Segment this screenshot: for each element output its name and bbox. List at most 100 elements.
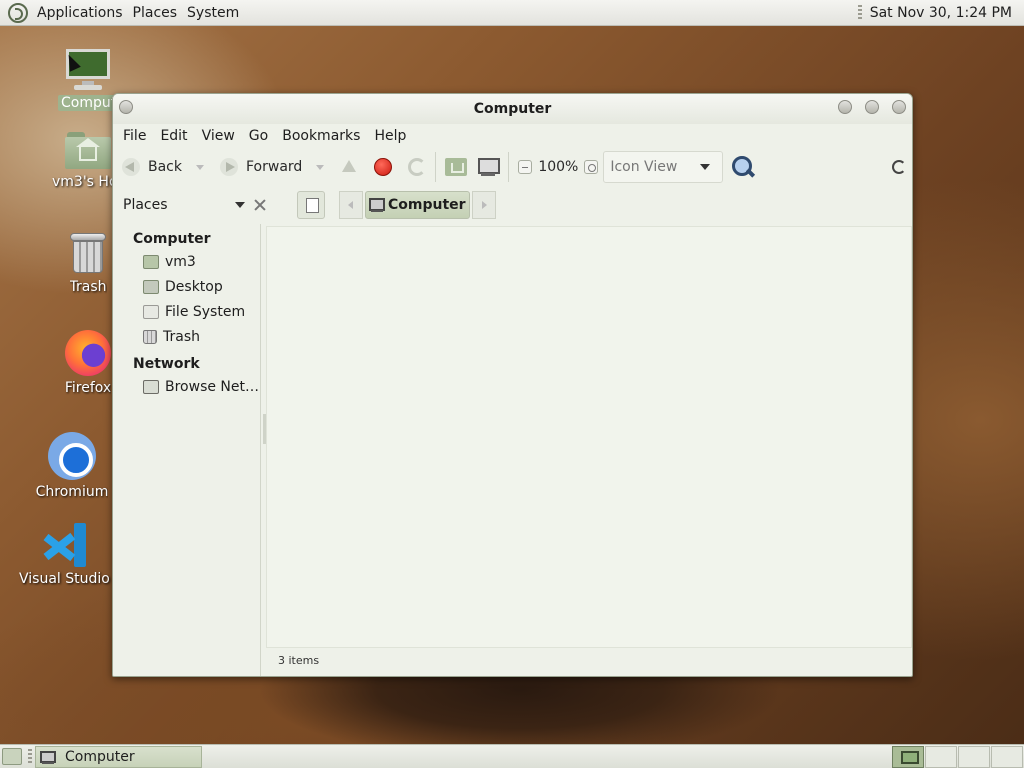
show-desktop-button[interactable] (2, 748, 22, 765)
zoom-level[interactable]: 100% (532, 159, 584, 175)
content-area: Computer vm3 Desktop File System Trash N… (113, 224, 912, 676)
computer-icon (40, 750, 56, 764)
stop-icon (374, 158, 393, 176)
activity-throbber-icon (892, 160, 906, 174)
forward-history-dropdown-icon[interactable] (316, 164, 325, 170)
sidebar-item-label: vm3 (165, 253, 196, 270)
filesystem-icon (143, 304, 159, 319)
maximize-button[interactable] (865, 100, 879, 114)
forward-label: Forward (246, 159, 303, 175)
zoom-out-button[interactable] (518, 160, 533, 174)
desktop-icon-chromium[interactable]: Chromium (22, 432, 122, 504)
menu-view[interactable]: View (195, 128, 242, 144)
toggle-location-entry-button[interactable] (297, 191, 325, 219)
desktop-icon-label: Firefox (64, 380, 112, 396)
back-label: Back (148, 159, 182, 175)
forward-button[interactable]: Forward (215, 152, 329, 182)
breadcrumb-scroll-right-button[interactable] (471, 191, 496, 219)
desktop-icon-vscode[interactable]: Visual Studio Code (18, 523, 114, 591)
desktop-icon-label: Computer (58, 95, 118, 111)
back-arrow-icon (122, 158, 140, 176)
panel-separator (857, 4, 862, 21)
menu-file[interactable]: File (116, 128, 153, 144)
up-button[interactable] (335, 152, 363, 182)
sidebar-item-vm3[interactable]: vm3 (113, 249, 260, 274)
forward-arrow-icon (220, 158, 238, 176)
sidebar-item-label: Desktop (165, 278, 223, 295)
vscode-icon (43, 523, 88, 567)
desktop-icon-label: Trash (69, 279, 107, 295)
sidebar-item-file-system[interactable]: File System (113, 299, 260, 324)
minimize-button[interactable] (838, 100, 852, 114)
close-sidebar-icon[interactable] (253, 198, 267, 212)
back-button[interactable]: Back (117, 152, 209, 182)
stop-button[interactable] (369, 152, 397, 182)
sidebar-item-label: Browse Net… (165, 378, 260, 395)
close-button[interactable] (892, 100, 906, 114)
zoom-in-button[interactable] (584, 160, 599, 174)
sidebar-item-browse-network[interactable]: Browse Net… (113, 374, 260, 399)
breadcrumb-scroll-left-button[interactable] (339, 191, 363, 219)
breadcrumb-label: Computer (388, 197, 466, 213)
sidebar-item-trash[interactable]: Trash (113, 324, 260, 349)
firefox-icon (65, 330, 111, 376)
home-folder-icon (65, 130, 111, 170)
trash-icon (143, 329, 157, 344)
breadcrumb-computer[interactable]: Computer (365, 191, 470, 219)
computer-button[interactable] (472, 152, 504, 182)
computer-icon (369, 198, 385, 212)
view-mode-value: Icon View (610, 159, 678, 175)
top-panel: Applications Places System Sat Nov 30, 1… (0, 0, 1024, 26)
item-count: 3 items (278, 654, 320, 667)
menu-edit[interactable]: Edit (153, 128, 194, 144)
menu-places[interactable]: Places (128, 5, 183, 21)
up-arrow-icon (340, 158, 358, 176)
workspace-4[interactable] (991, 746, 1023, 768)
zoom-control: 100% (513, 152, 603, 182)
location-bar: Places Computer (113, 186, 912, 224)
desktop-icon-label: Chromium (35, 484, 109, 500)
sidebar-heading-computer: Computer (133, 231, 211, 247)
status-bar: 3 items (266, 648, 912, 672)
icon-view-pane[interactable] (266, 226, 912, 648)
toolbar: Back Forward 100% Icon View (113, 148, 912, 186)
menu-system[interactable]: System (182, 5, 244, 21)
home-folder-icon (143, 254, 159, 269)
taskbar-item-computer[interactable]: Computer (35, 746, 202, 768)
menu-help[interactable]: Help (367, 128, 413, 144)
workspace-2[interactable] (925, 746, 957, 768)
file-manager-window: Computer File Edit View Go Bookmarks Hel… (112, 93, 913, 677)
menubar: File Edit View Go Bookmarks Help (113, 124, 912, 148)
home-button[interactable] (440, 152, 472, 182)
places-sidebar: Computer vm3 Desktop File System Trash N… (113, 224, 261, 676)
trash-icon (68, 231, 108, 275)
workspace-1[interactable] (892, 746, 924, 768)
panel-separator (28, 749, 32, 765)
sidebar-type-select[interactable]: Places (113, 197, 253, 213)
back-history-dropdown-icon[interactable] (196, 164, 204, 170)
window-titlebar[interactable]: Computer (113, 94, 912, 124)
sidebar-heading-network: Network (133, 356, 200, 372)
distro-logo-icon[interactable] (8, 2, 28, 23)
home-icon (445, 158, 468, 176)
menu-go[interactable]: Go (242, 128, 275, 144)
desktop-folder-icon (143, 279, 159, 294)
panel-clock[interactable]: Sat Nov 30, 1:24 PM (870, 5, 1024, 21)
taskbar-item-label: Computer (65, 749, 135, 765)
network-icon (143, 379, 159, 394)
workspace-3[interactable] (958, 746, 990, 768)
sidebar-item-label: File System (165, 303, 246, 320)
desktop-icon-label: Visual Studio Code (19, 571, 113, 587)
sidebar-item-label: Trash (163, 328, 200, 345)
chevron-down-icon (700, 164, 711, 170)
menu-bookmarks[interactable]: Bookmarks (275, 128, 367, 144)
menu-applications[interactable]: Applications (32, 5, 128, 21)
window-menu-button[interactable] (119, 100, 133, 114)
view-mode-select[interactable]: Icon View (603, 151, 724, 183)
search-icon[interactable] (731, 155, 755, 179)
sidebar-item-desktop[interactable]: Desktop (113, 274, 260, 299)
chevron-down-icon (235, 202, 245, 208)
reload-button[interactable] (403, 152, 431, 182)
window-title: Computer (473, 101, 552, 117)
reload-icon (408, 158, 427, 176)
